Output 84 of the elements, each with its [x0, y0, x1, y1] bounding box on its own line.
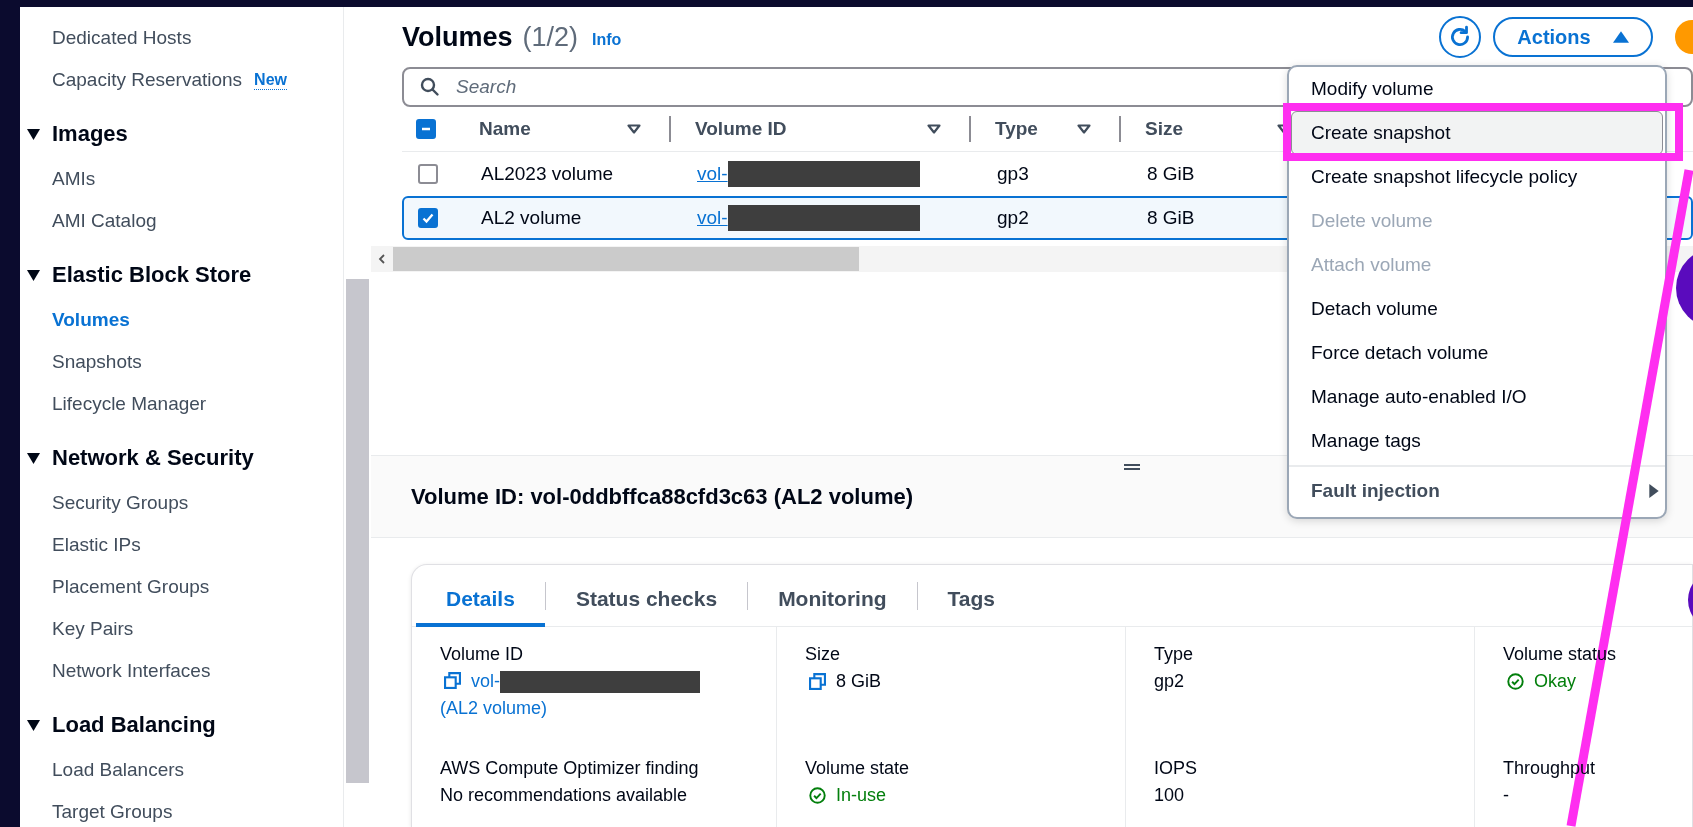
- tab[interactable]: Status checks: [545, 570, 748, 627]
- caret-down-icon: [27, 719, 40, 731]
- copy-icon[interactable]: [444, 672, 461, 689]
- field-value: -: [1503, 784, 1509, 807]
- sidebar-item[interactable]: Target Groups: [52, 801, 173, 823]
- detail-title: Volume ID: vol-0ddbffca88cfd3c63 (AL2 volume): [411, 484, 914, 510]
- volume-id-link[interactable]: vol-: [697, 163, 728, 185]
- table-cell: gp3: [997, 163, 1029, 184]
- menu-item[interactable]: Create snapshot: [1291, 111, 1663, 155]
- field-label: Type: [1154, 643, 1195, 666]
- sidebar-item[interactable]: Security Groups: [52, 492, 189, 514]
- field-label: Volume state: [805, 757, 911, 780]
- actions-button[interactable]: Actions: [1493, 17, 1653, 57]
- table-cell: gp2: [997, 207, 1029, 228]
- field-value: No recommendations available: [440, 784, 688, 807]
- table-cell: AL2 volume: [481, 207, 582, 228]
- tab[interactable]: Monitoring: [748, 570, 917, 627]
- sidebar-section-header[interactable]: Load Balancing: [20, 701, 343, 749]
- table-cell: 8 GiB: [1147, 163, 1195, 184]
- check-circle-icon: [1507, 673, 1524, 690]
- field-label: Volume ID: [440, 643, 525, 666]
- panel-title: Volumes: [402, 21, 513, 53]
- volume-name-link[interactable]: (AL2 volume): [440, 695, 548, 722]
- sidebar-item[interactable]: Dedicated Hosts: [52, 27, 192, 49]
- sidebar-item[interactable]: Elastic IPs: [52, 534, 141, 556]
- field-label: IOPS: [1154, 757, 1198, 780]
- selection-count: (1/2): [522, 21, 579, 53]
- tab[interactable]: Details: [416, 570, 545, 627]
- sort-icon[interactable]: [927, 124, 941, 134]
- caret-down-icon: [27, 452, 40, 464]
- search-icon: [420, 77, 440, 97]
- table-cell: AL2023 volume: [481, 163, 614, 184]
- tab[interactable]: Tags: [917, 570, 1026, 627]
- row-checkbox[interactable]: [418, 208, 438, 228]
- sidebar-section-header[interactable]: Images: [20, 110, 343, 158]
- menu-item[interactable]: Create snapshot lifecycle policy: [1289, 162, 1665, 192]
- check-circle-icon: [809, 787, 826, 804]
- resize-handle[interactable]: [1124, 464, 1140, 470]
- menu-item[interactable]: Detach volume: [1289, 294, 1665, 324]
- sidebar-item[interactable]: Key Pairs: [52, 618, 134, 640]
- column-header[interactable]: Name: [479, 118, 619, 140]
- info-link[interactable]: Info: [592, 31, 622, 49]
- scrollbar[interactable]: [343, 7, 371, 827]
- column-header[interactable]: Volume ID: [695, 118, 919, 140]
- sidebar-item[interactable]: AMI Catalog: [52, 210, 157, 232]
- menu-item[interactable]: Force detach volume: [1289, 338, 1665, 368]
- caret-down-icon: [27, 128, 40, 140]
- menu-item[interactable]: Manage auto-enabled I/O: [1289, 382, 1665, 412]
- status-text: In-use: [836, 784, 887, 807]
- copy-icon[interactable]: [809, 673, 826, 690]
- field-label: Size: [805, 643, 841, 666]
- column-header[interactable]: Size: [1145, 118, 1269, 140]
- field-value: gp2: [1154, 670, 1185, 693]
- sort-icon[interactable]: [1077, 124, 1091, 134]
- select-all-checkbox[interactable]: [416, 119, 436, 139]
- volume-id-link[interactable]: vol-: [471, 671, 500, 691]
- sidebar-section-header[interactable]: Elastic Block Store: [20, 251, 343, 299]
- field-label: AWS Compute Optimizer finding: [440, 757, 700, 780]
- sidebar-section-header[interactable]: Network & Security: [20, 434, 343, 482]
- sidebar-item[interactable]: Capacity Reservations: [52, 69, 243, 91]
- new-badge[interactable]: New: [254, 70, 287, 90]
- sidebar-item[interactable]: Placement Groups: [52, 576, 210, 598]
- sidebar-item[interactable]: Lifecycle Manager: [52, 393, 207, 415]
- column-header[interactable]: Type: [995, 118, 1069, 140]
- field-value: 8 GiB: [836, 670, 882, 693]
- volume-id-link[interactable]: vol-: [697, 207, 728, 229]
- caret-down-icon: [27, 269, 40, 281]
- menu-item[interactable]: Modify volume: [1289, 74, 1665, 104]
- chevron-left-icon[interactable]: [377, 254, 387, 264]
- sidebar-item[interactable]: Network Interfaces: [52, 660, 211, 682]
- row-checkbox[interactable]: [418, 164, 438, 184]
- caret-up-icon: [1612, 31, 1629, 43]
- menu-item[interactable]: Manage tags: [1289, 426, 1665, 456]
- table-cell: 8 GiB: [1147, 207, 1195, 228]
- caret-right-icon: [1649, 484, 1659, 498]
- sidebar-item[interactable]: Snapshots: [52, 351, 142, 373]
- refresh-button[interactable]: [1439, 16, 1481, 58]
- sidebar-item[interactable]: Volumes: [52, 309, 130, 331]
- menu-item[interactable]: Fault injection: [1289, 476, 1665, 506]
- sort-icon[interactable]: [627, 124, 641, 134]
- sidebar-item[interactable]: AMIs: [52, 168, 96, 190]
- field-value: 100: [1154, 784, 1185, 807]
- status-text: Okay: [1534, 670, 1576, 693]
- sidebar-item[interactable]: Load Balancers: [52, 759, 185, 781]
